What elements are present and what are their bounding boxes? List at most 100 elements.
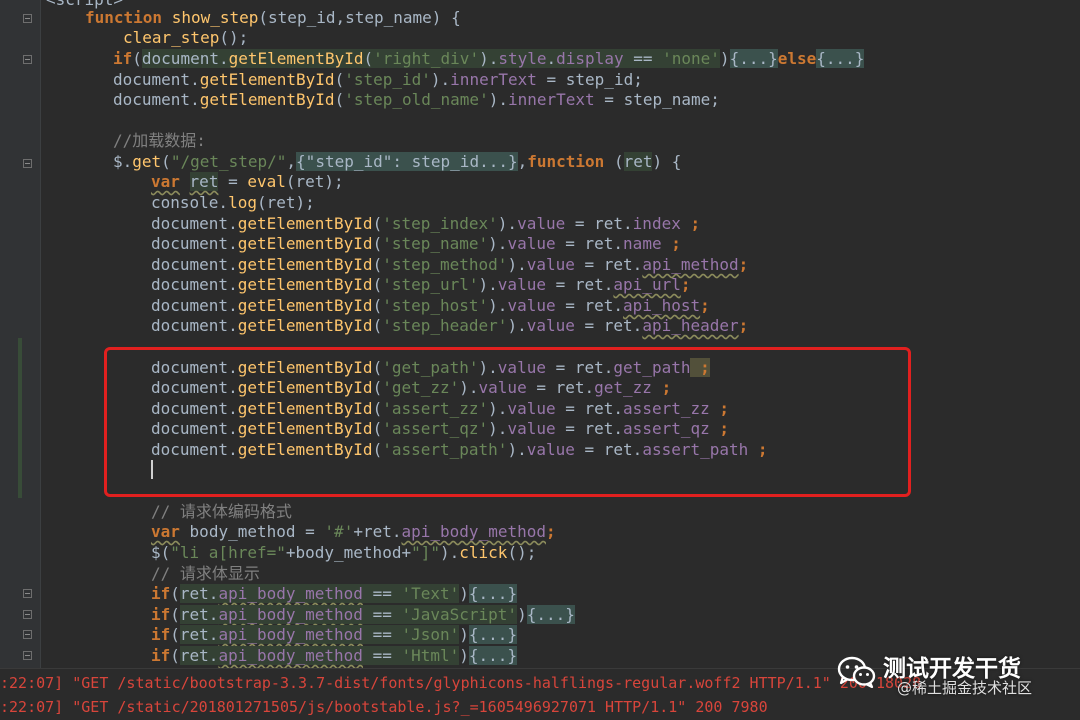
code-token: document. — [113, 70, 200, 89]
console-log-line: :22:07] "GET /static/bootstrap-3.3.7-dis… — [0, 674, 922, 692]
highlight-annotation-box — [104, 347, 911, 497]
code-line: document.getElementById('step_index').va… — [151, 214, 701, 233]
code-token: "/get_step/" — [170, 152, 287, 171]
code-token: function — [85, 8, 163, 27]
code-token: ). — [430, 70, 451, 89]
code-token: getElementById — [228, 49, 364, 68]
folded-block[interactable]: {"step_id": step_id...} — [296, 152, 518, 171]
code-token: = step_id; — [536, 70, 643, 89]
code-token: (ret); — [285, 172, 344, 191]
code-token: 'step_method' — [382, 255, 508, 274]
watermark-subtitle: @稀土掘金技术社区 — [897, 679, 1033, 697]
code-token: 'step_url' — [382, 275, 479, 294]
code-token: ( — [334, 70, 345, 89]
code-token: var — [151, 172, 180, 191]
code-line: if(ret.api_body_method == 'Html'){...} — [151, 646, 518, 665]
code-token: function — [527, 152, 605, 171]
code-line: $("li a[href="+body_method+"]").click(); — [151, 543, 537, 562]
code-token: document. — [113, 90, 200, 109]
code-token: 'right_div' — [373, 49, 480, 68]
code-line: if(ret.api_body_method == 'JavaScript'){… — [151, 605, 575, 624]
code-editor[interactable]: <script> function show_step(step_id,step… — [0, 0, 1080, 668]
code-token: ret — [623, 152, 653, 171]
code-token: 'Html' — [401, 646, 460, 665]
code-token: = — [218, 172, 248, 191]
code-line: document.getElementById('step_method').v… — [151, 255, 749, 274]
code-token: 'Json' — [401, 625, 460, 644]
code-line: if(ret.api_body_method == 'Json'){...} — [151, 625, 518, 644]
code-line: $.get("/get_step/",{"step_id": step_id..… — [113, 152, 682, 171]
code-line: document.getElementById('step_name').val… — [151, 234, 681, 253]
code-token: api_url — [613, 275, 681, 294]
folded-block[interactable]: {...} — [729, 49, 778, 68]
console-log-line: :22:07] "GET /static/201801271505/js/boo… — [0, 698, 768, 716]
code-token: style — [498, 49, 547, 68]
code-token: body_method — [189, 522, 296, 541]
code-token: display — [556, 49, 624, 68]
code-token: (ret); — [256, 193, 315, 212]
folded-block[interactable]: {...} — [468, 625, 518, 644]
code-token: == — [623, 49, 663, 68]
code-token: name — [623, 234, 662, 253]
code-token: ( — [161, 152, 171, 171]
code-line: if(document.getElementById('right_div').… — [113, 49, 865, 69]
code-token: ). — [488, 90, 508, 109]
folded-block[interactable]: {...} — [468, 646, 518, 665]
code-token: api_method — [642, 255, 739, 274]
code-line: function show_step(step_id,step_name) { — [85, 8, 461, 28]
code-token: if — [113, 49, 133, 68]
code-token: 'none' — [662, 49, 720, 68]
code-token: "li a[href=" — [170, 543, 286, 562]
code-token: 'step_old_name' — [344, 90, 489, 109]
code-token: ) { — [652, 152, 682, 171]
code-token: innerText — [507, 90, 595, 109]
code-token: 'step_index' — [382, 214, 498, 233]
code-token: index — [632, 214, 681, 233]
code-line: // 请求体显示 — [151, 564, 260, 584]
code-token: log — [228, 193, 257, 212]
code-token: innerText — [450, 70, 537, 89]
code-token: 'step_host' — [382, 296, 489, 315]
code-comment: // 请求体显示 — [151, 564, 260, 583]
code-token: eval — [247, 172, 286, 191]
code-token: (step_id,step_name) { — [258, 8, 461, 27]
wechat-watermark: 测试开发干货 @稀土掘金技术社区 — [837, 652, 1057, 702]
code-token: click — [459, 543, 508, 562]
code-line: var ret = eval(ret); — [151, 172, 344, 192]
code-token: var — [151, 522, 180, 541]
code-token: getElementById — [199, 70, 335, 89]
code-token: 'step_id' — [344, 70, 431, 89]
wechat-icon — [837, 656, 876, 688]
code-line: if(ret.api_body_method == 'Text'){...} — [151, 584, 518, 603]
code-token: 'Text' — [401, 584, 460, 603]
code-token: api_header — [642, 316, 739, 335]
code-line: document.getElementById('step_id').inner… — [113, 70, 643, 90]
folded-block[interactable]: {...} — [468, 584, 518, 603]
code-token: ( — [334, 90, 345, 109]
code-area[interactable]: <script> function show_step(step_id,step… — [0, 0, 1080, 668]
code-comment: // 请求体编码格式 — [151, 502, 292, 521]
code-token: 'step_name' — [382, 234, 489, 253]
code-comment: //加载数据: — [113, 131, 206, 150]
code-token: console. — [151, 193, 229, 212]
code-line: document.getElementById('step_host').val… — [151, 296, 710, 315]
code-token: "]" — [411, 543, 440, 562]
code-token: ) — [719, 49, 730, 68]
code-line: document.getElementById('step_header').v… — [151, 316, 749, 335]
code-token: ). — [479, 49, 499, 68]
code-token: (); — [219, 28, 249, 47]
code-token: document. — [141, 49, 229, 68]
folded-block[interactable]: {...} — [526, 605, 575, 624]
code-token: ret — [189, 172, 219, 191]
code-token: ( — [132, 49, 142, 68]
folded-block[interactable]: {...} — [816, 49, 865, 68]
code-token: getElementById — [199, 90, 335, 109]
code-token: api_host — [623, 296, 701, 315]
code-token: api_body_method — [401, 522, 547, 541]
code-line: // 请求体编码格式 — [151, 502, 292, 522]
code-token: show_step — [171, 8, 259, 27]
code-token: 'step_header' — [382, 316, 508, 335]
code-line: console.log(ret); — [151, 193, 315, 213]
code-token: '#' — [324, 522, 354, 541]
code-token: $. — [113, 152, 133, 171]
